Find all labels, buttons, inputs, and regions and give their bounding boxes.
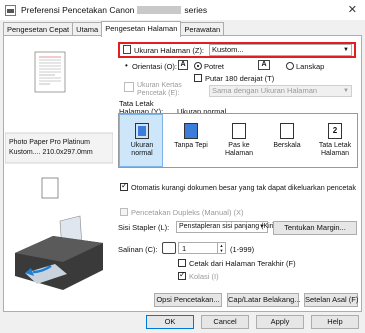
collate-checkbox[interactable] bbox=[178, 270, 186, 280]
window-title-right: series bbox=[184, 5, 208, 15]
page-size-icon bbox=[123, 45, 131, 54]
portrait-page-icon: A bbox=[178, 60, 188, 70]
orientation-label: Orientasi (O): bbox=[132, 62, 178, 71]
preview-illustration bbox=[4, 51, 114, 290]
chevron-down-icon: ▼ bbox=[343, 88, 349, 94]
stapling-select[interactable]: Penstapleran sisi panjang (Kiri) ▼ bbox=[176, 221, 276, 233]
stapling-label: Sisi Stapler (L): bbox=[118, 223, 170, 232]
collate-label: Kolasi (I) bbox=[189, 272, 219, 281]
layout-scaled[interactable]: Berskala bbox=[265, 123, 309, 150]
printer-paper-size-value: Sama dengan Ukuran Halaman bbox=[212, 86, 318, 95]
printer-paper-label-line1: Ukuran Kertas bbox=[137, 82, 182, 89]
preview-area: Photo Paper Pro Platinum Kustom.... 210.… bbox=[4, 38, 114, 308]
copies-label: Salinan (C): bbox=[118, 245, 158, 254]
scaled-layout-icon bbox=[280, 123, 294, 139]
duplex-label: Pencetakan Dupleks (Manual) (X) bbox=[131, 208, 244, 217]
page-size-label: Ukuran Halaman (Z): bbox=[134, 46, 205, 55]
media-size-label: Kustom.... 210.0x297.0mm bbox=[9, 149, 93, 156]
normal-size-layout-icon bbox=[135, 123, 149, 139]
apply-button[interactable]: Apply bbox=[256, 315, 304, 329]
printer-app-icon bbox=[5, 4, 16, 16]
layout-scaled-label: Berskala bbox=[273, 142, 301, 149]
printer-paper-icon bbox=[124, 82, 134, 92]
rotate-180-checkbox[interactable] bbox=[194, 74, 202, 82]
layout-fit-label-line2: Halaman bbox=[224, 149, 253, 157]
chevron-down-icon: ▼ bbox=[259, 224, 265, 230]
borderless-layout-icon bbox=[184, 123, 198, 139]
layout-borderless-label: Tanpa Tepi bbox=[174, 142, 208, 149]
print-from-last-page-label: Cetak dari Halaman Terakhir (F) bbox=[189, 259, 296, 268]
media-info-box bbox=[4, 132, 114, 164]
printer-paper-size-select[interactable]: Sama dengan Ukuran Halaman ▼ bbox=[209, 85, 352, 97]
copies-range: (1-999) bbox=[230, 245, 255, 254]
portrait-radio[interactable] bbox=[194, 62, 202, 70]
page-layout-icon: 2 bbox=[328, 123, 342, 139]
chevron-down-icon: ▼ bbox=[343, 47, 349, 53]
paper-small-icon bbox=[41, 177, 59, 199]
printer-illustration bbox=[15, 215, 103, 290]
layout-normal-size[interactable]: Ukuran normal bbox=[120, 123, 164, 157]
close-icon[interactable]: ✕ bbox=[348, 3, 357, 16]
portrait-label: Potret bbox=[204, 62, 225, 71]
print-options-button[interactable]: Opsi Pencetakan... bbox=[154, 293, 222, 307]
page-size-value: Kustom... bbox=[212, 45, 244, 54]
page-size-select[interactable]: Kustom... ▼ bbox=[209, 44, 352, 56]
layout-borderless[interactable]: Tanpa Tepi bbox=[169, 123, 213, 150]
layout-fit-to-page[interactable]: Pas ke Halaman bbox=[217, 123, 261, 157]
help-button[interactable]: Help bbox=[311, 315, 359, 329]
tab-strip: Pengesetan Cepat Utama Pengesetan Halama… bbox=[3, 21, 225, 37]
tab-page-setup[interactable]: Pengesetan Halaman bbox=[101, 21, 182, 37]
tab-maintenance[interactable]: Perawatan bbox=[180, 22, 225, 36]
layout-page-label-line1: Tata Letak bbox=[318, 142, 352, 149]
window-title-left: Preferensi Pencetakan Canon bbox=[21, 5, 135, 15]
redacted-model-name bbox=[137, 6, 182, 14]
tab-quick-setup[interactable]: Pengesetan Cepat bbox=[3, 22, 74, 36]
landscape-label: Lanskap bbox=[296, 62, 325, 71]
landscape-page-icon: A bbox=[258, 60, 270, 70]
layout-fit-label-line1: Pas ke bbox=[228, 142, 250, 149]
stamp-background-button[interactable]: Cap/Latar Belakang... bbox=[227, 293, 301, 307]
page-setup-panel: Photo Paper Pro Platinum Kustom.... 210.… bbox=[3, 35, 362, 312]
copies-spinbox[interactable]: 1 ▲ ▼ bbox=[178, 242, 226, 254]
rotate-180-label: Putar 180 derajat (T) bbox=[205, 74, 275, 83]
layout-page-label-line2: Halaman bbox=[320, 149, 349, 157]
auto-reduce-label: Otomatis kurangi dokumen besar yang tak … bbox=[131, 183, 356, 192]
page-layout-list: Ukuran normal Tanpa Tepi Pas ke Halaman … bbox=[118, 113, 358, 168]
layout-normal-label: Ukuran normal bbox=[130, 142, 154, 157]
fit-to-page-layout-icon bbox=[232, 123, 246, 139]
defaults-button[interactable]: Setelan Asal (F) bbox=[304, 293, 358, 307]
printing-preferences-window: Preferensi Pencetakan Canon series ✕ Pen… bbox=[0, 0, 365, 333]
landscape-radio[interactable] bbox=[286, 62, 294, 70]
media-type-label: Photo Paper Pro Platinum bbox=[9, 139, 90, 146]
tab-main[interactable]: Utama bbox=[72, 22, 103, 36]
duplex-checkbox[interactable] bbox=[120, 208, 128, 216]
title-bar: Preferensi Pencetakan Canon series ✕ bbox=[0, 0, 365, 20]
ok-button[interactable]: OK bbox=[146, 315, 194, 329]
specify-margin-button[interactable]: Tentukan Margin... bbox=[273, 221, 357, 235]
print-from-last-page-checkbox[interactable] bbox=[178, 259, 186, 267]
layout-page-layout[interactable]: 2 Tata Letak Halaman bbox=[313, 123, 357, 157]
cancel-button[interactable]: Cancel bbox=[201, 315, 249, 329]
copies-value: 1 bbox=[182, 244, 187, 253]
spin-down-icon[interactable]: ▼ bbox=[217, 248, 225, 253]
copies-icon bbox=[162, 242, 176, 254]
auto-reduce-checkbox[interactable] bbox=[120, 181, 128, 191]
printer-paper-label-line2: Pencetak (E): bbox=[137, 90, 180, 97]
bullet-icon: • bbox=[125, 61, 128, 70]
